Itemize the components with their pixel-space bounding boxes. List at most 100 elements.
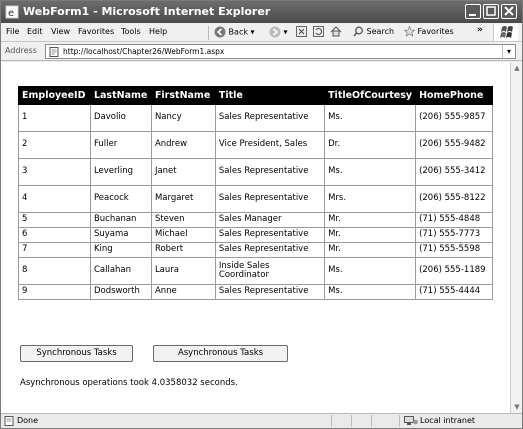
table-row: 5 Buchanan Steven Sales Manager Mr. (71) 555-… (18, 212, 493, 228)
vertical-scrollbar[interactable]: ▲ ▼ (510, 62, 522, 413)
back-dropdown-icon: ▾ (250, 27, 255, 37)
table-cell: Ms. (324, 104, 417, 132)
page-icon (49, 47, 59, 57)
star-icon (403, 25, 416, 37)
menu-edit[interactable]: Edit (27, 27, 43, 36)
address-label: Address (5, 46, 37, 55)
menu-help[interactable]: Help (149, 27, 167, 36)
table-cell: Margaret (150, 185, 216, 213)
close-icon (504, 6, 514, 16)
column-header[interactable]: TitleOfCourtesy (324, 86, 417, 105)
menu-view[interactable]: View (51, 27, 70, 36)
table-row: 4 Peacock Margaret Sales Representative Mrs.… (18, 185, 493, 213)
table-body: 1 Davolio Nancy Sales Representative Ms. (206… (18, 104, 493, 300)
status-divider (331, 415, 332, 427)
table-row: 9 Dodsworth Anne Sales Representative Ms. (71… (18, 284, 493, 300)
table-cell: Buchanan (89, 212, 152, 228)
table-cell: (206) 555-8122 (415, 185, 493, 213)
table-cell: (206) 555-3412 (415, 158, 493, 186)
favorites-button[interactable]: Favorites (403, 25, 454, 37)
table-cell: Anne (150, 284, 216, 300)
table-cell: Michael (150, 227, 216, 243)
stop-button[interactable] (296, 26, 307, 37)
toolbar-overflow-icon[interactable]: » (477, 25, 483, 35)
table-cell: 8 (18, 257, 91, 285)
chevron-down-icon: ▾ (506, 47, 511, 56)
table-cell: (206) 555-9857 (415, 104, 493, 132)
table-cell: Sales Representative (214, 227, 326, 243)
table-cell: Leverling (89, 158, 152, 186)
table-cell: 3 (18, 158, 91, 186)
table-cell: King (89, 242, 152, 258)
windows-flag-logo (493, 24, 518, 41)
home-icon (330, 26, 342, 37)
table-header-row: EmployeeID LastName FirstName Title Titl… (18, 86, 493, 105)
table-cell: 9 (18, 284, 91, 300)
status-divider (399, 415, 400, 427)
table-cell: Peacock (89, 185, 152, 213)
table-cell: Dr. (324, 131, 417, 159)
menu-file[interactable]: File (6, 27, 19, 36)
column-header[interactable]: FirstName (150, 86, 216, 105)
table-cell: Sales Representative (214, 185, 326, 213)
address-url: http://localhost/Chapter26/WebForm1.aspx (63, 47, 225, 56)
browser-window: e WebForm1 - Microsoft Internet Explorer… (0, 0, 523, 429)
status-bar: Done Local intranet (1, 413, 522, 428)
table-cell: 2 (18, 131, 91, 159)
asynchronous-tasks-button[interactable]: Asynchronous Tasks (153, 345, 288, 362)
column-header[interactable]: Title (214, 86, 326, 105)
table-row: 6 Suyama Michael Sales Representative Mr. (71… (18, 227, 493, 243)
table-row: 3 Leverling Janet Sales Representative Ms. (2… (18, 158, 493, 186)
menu-tools[interactable]: Tools (121, 27, 141, 36)
page-content: EmployeeID LastName FirstName Title Titl… (1, 62, 510, 413)
menu-favorites[interactable]: Favorites (78, 27, 114, 36)
table-cell: (71) 555-4444 (415, 284, 493, 300)
back-button[interactable]: Back ▾ (214, 26, 255, 38)
table-cell: (206) 555-1189 (415, 257, 493, 285)
status-divider (371, 415, 372, 427)
stop-icon (296, 26, 307, 37)
table-cell: (71) 555-5598 (415, 242, 493, 258)
column-header[interactable]: EmployeeID (18, 86, 91, 105)
table-cell: 6 (18, 227, 91, 243)
table-cell: Mr. (324, 227, 417, 243)
scroll-up-icon[interactable]: ▲ (512, 63, 522, 73)
employee-grid: EmployeeID LastName FirstName Title Titl… (18, 86, 493, 300)
table-cell: Ms. (324, 284, 417, 300)
minimize-button[interactable] (465, 4, 481, 19)
refresh-button[interactable] (313, 26, 324, 37)
address-bar: Address http://localhost/Chapter26/WebFo… (1, 42, 522, 61)
table-cell: (71) 555-7773 (415, 227, 493, 243)
table-cell: Ms. (324, 257, 417, 285)
result-message: Asynchronous operations took 4.0358032 s… (20, 378, 238, 388)
column-header[interactable]: HomePhone (415, 86, 493, 105)
close-button[interactable] (501, 4, 517, 19)
ie-logo-icon: e (5, 5, 19, 19)
table-cell: Mr. (324, 212, 417, 228)
forward-button[interactable]: ▾ (269, 26, 288, 38)
table-cell: (71) 555-4848 (415, 212, 493, 228)
table-cell: Fuller (89, 131, 152, 159)
table-cell: 1 (18, 104, 91, 132)
column-header[interactable]: LastName (89, 86, 152, 105)
table-cell: 7 (18, 242, 91, 258)
back-arrow-icon (214, 26, 226, 38)
windows-flag-icon (500, 26, 513, 38)
search-label: Search (366, 27, 395, 36)
address-input[interactable]: http://localhost/Chapter26/WebForm1.aspx… (45, 44, 516, 59)
address-dropdown-button[interactable]: ▾ (502, 45, 515, 58)
table-cell: Mr. (324, 242, 417, 258)
table-cell: Dodsworth (89, 284, 152, 300)
scroll-down-icon[interactable]: ▼ (512, 402, 522, 412)
security-zone-label: Local intranet (420, 416, 476, 425)
synchronous-tasks-button[interactable]: Synchronous Tasks (20, 345, 133, 362)
search-button[interactable]: Search (353, 26, 394, 37)
table-cell: Inside Sales Coordinator (214, 257, 326, 285)
refresh-icon (313, 26, 324, 37)
maximize-button[interactable] (483, 4, 499, 19)
table-cell: Sales Representative (214, 284, 326, 300)
table-cell: Mrs. (324, 185, 417, 213)
svg-text:e: e (8, 8, 14, 19)
page-done-icon (4, 416, 14, 426)
home-button[interactable] (330, 26, 342, 37)
